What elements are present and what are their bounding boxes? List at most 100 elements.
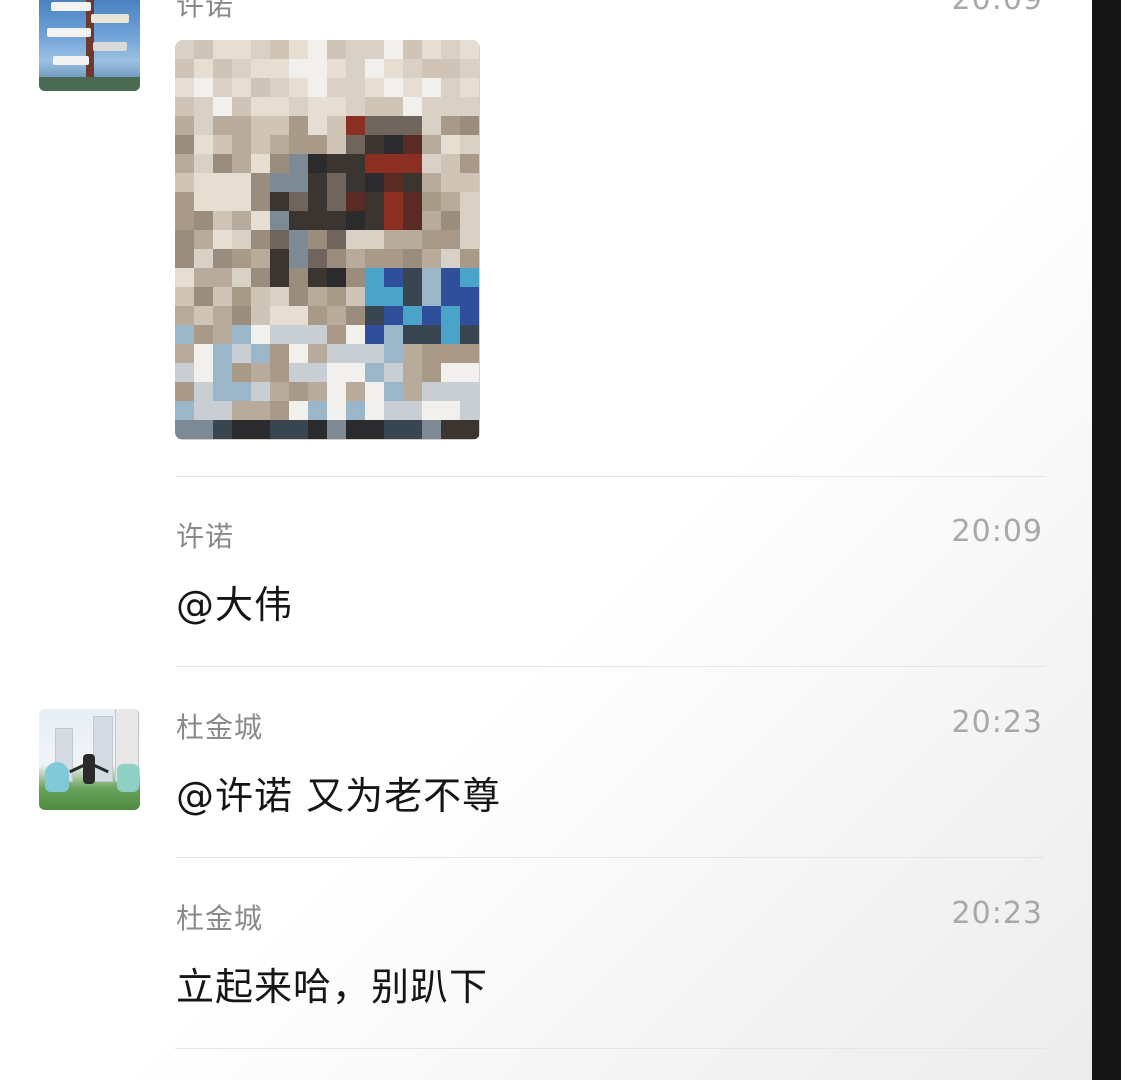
image-mosaic-pixel — [308, 211, 327, 230]
image-message-thumbnail[interactable] — [175, 40, 480, 440]
image-mosaic-pixel — [365, 59, 384, 78]
image-mosaic-pixel — [327, 192, 346, 211]
image-mosaic-pixel — [460, 306, 479, 325]
image-mosaic-pixel — [384, 306, 403, 325]
image-mosaic-pixel — [270, 59, 289, 78]
image-mosaic-pixel — [251, 154, 270, 173]
image-mosaic-pixel — [403, 287, 422, 306]
image-mosaic-pixel — [289, 135, 308, 154]
image-mosaic-pixel — [232, 135, 251, 154]
image-mosaic-pixel — [289, 363, 308, 382]
image-mosaic-pixel — [384, 401, 403, 420]
image-mosaic-pixel — [232, 306, 251, 325]
image-mosaic-pixel — [175, 382, 194, 401]
image-mosaic-pixel — [460, 287, 479, 306]
avatar-xunuo[interactable] — [39, 0, 140, 91]
image-mosaic-pixel — [213, 268, 232, 287]
image-mosaic-pixel — [308, 249, 327, 268]
message-time: 20:23 — [951, 896, 1043, 931]
image-mosaic-pixel — [346, 420, 365, 439]
image-mosaic-pixel — [251, 420, 270, 439]
image-mosaic-pixel — [175, 420, 194, 439]
image-mosaic-pixel — [251, 401, 270, 420]
image-mosaic-pixel — [251, 363, 270, 382]
image-mosaic-pixel — [232, 363, 251, 382]
image-mosaic-pixel — [270, 325, 289, 344]
image-mosaic-pixel — [365, 306, 384, 325]
image-mosaic-pixel — [308, 306, 327, 325]
image-mosaic-pixel — [289, 249, 308, 268]
image-mosaic-pixel — [365, 363, 384, 382]
image-mosaic-pixel — [346, 40, 365, 59]
image-mosaic-pixel — [441, 97, 460, 116]
image-mosaic-pixel — [422, 154, 441, 173]
image-mosaic-pixel — [194, 173, 213, 192]
image-mosaic-pixel — [422, 382, 441, 401]
image-mosaic-pixel — [384, 78, 403, 97]
image-mosaic-pixel — [346, 306, 365, 325]
image-mosaic-pixel — [251, 211, 270, 230]
image-mosaic-pixel — [384, 325, 403, 344]
image-mosaic-pixel — [384, 382, 403, 401]
message-divider — [175, 1048, 1045, 1049]
image-mosaic-pixel — [289, 192, 308, 211]
image-mosaic-pixel — [270, 154, 289, 173]
image-mosaic-pixel — [441, 420, 460, 439]
image-mosaic-pixel — [194, 401, 213, 420]
image-mosaic-pixel — [194, 154, 213, 173]
image-mosaic-pixel — [308, 173, 327, 192]
image-mosaic-pixel — [251, 268, 270, 287]
image-mosaic-pixel — [422, 211, 441, 230]
message-divider — [175, 476, 1045, 477]
image-mosaic-pixel — [403, 135, 422, 154]
sender-name: 许诺 — [176, 520, 235, 553]
image-mosaic-pixel — [422, 420, 441, 439]
image-mosaic-pixel — [441, 306, 460, 325]
image-mosaic-pixel — [403, 154, 422, 173]
image-mosaic-pixel — [270, 287, 289, 306]
image-mosaic-pixel — [232, 325, 251, 344]
image-mosaic-pixel — [441, 173, 460, 192]
avatar-dujincheng[interactable] — [39, 709, 140, 810]
image-mosaic-pixel — [308, 420, 327, 439]
image-mosaic-pixel — [270, 401, 289, 420]
image-mosaic-pixel — [308, 268, 327, 287]
image-mosaic-pixel — [213, 382, 232, 401]
image-mosaic-pixel — [365, 230, 384, 249]
image-mosaic-pixel — [251, 173, 270, 192]
image-mosaic-pixel — [289, 287, 308, 306]
image-mosaic-pixel — [232, 192, 251, 211]
image-mosaic-pixel — [194, 116, 213, 135]
image-mosaic-pixel — [270, 363, 289, 382]
message-text[interactable]: 立起来哈，别趴下 — [176, 956, 488, 1011]
image-mosaic-pixel — [422, 40, 441, 59]
image-mosaic-pixel — [365, 325, 384, 344]
image-mosaic-pixel — [251, 382, 270, 401]
image-mosaic-pixel — [270, 268, 289, 287]
image-mosaic-pixel — [422, 116, 441, 135]
sender-name: 杜金城 — [176, 902, 264, 935]
message-text[interactable]: @许诺 又为老不尊 — [176, 765, 501, 820]
image-mosaic-pixel — [460, 268, 479, 287]
image-mosaic-pixel — [270, 135, 289, 154]
message-text[interactable]: @大伟 — [176, 574, 293, 629]
image-mosaic-pixel — [327, 363, 346, 382]
image-mosaic-pixel — [213, 420, 232, 439]
image-mosaic-pixel — [422, 249, 441, 268]
image-mosaic-pixel — [194, 211, 213, 230]
image-mosaic-pixel — [194, 382, 213, 401]
image-mosaic-pixel — [194, 420, 213, 439]
image-mosaic-pixel — [270, 344, 289, 363]
image-mosaic-pixel — [403, 325, 422, 344]
image-mosaic-pixel — [365, 211, 384, 230]
image-mosaic-pixel — [384, 230, 403, 249]
image-mosaic-pixel — [365, 344, 384, 363]
image-mosaic-pixel — [460, 420, 479, 439]
image-mosaic-pixel — [270, 306, 289, 325]
image-mosaic-pixel — [251, 325, 270, 344]
image-mosaic-pixel — [365, 249, 384, 268]
image-mosaic-pixel — [365, 97, 384, 116]
message-divider — [175, 666, 1045, 667]
image-mosaic-pixel — [175, 97, 194, 116]
image-mosaic-pixel — [232, 420, 251, 439]
